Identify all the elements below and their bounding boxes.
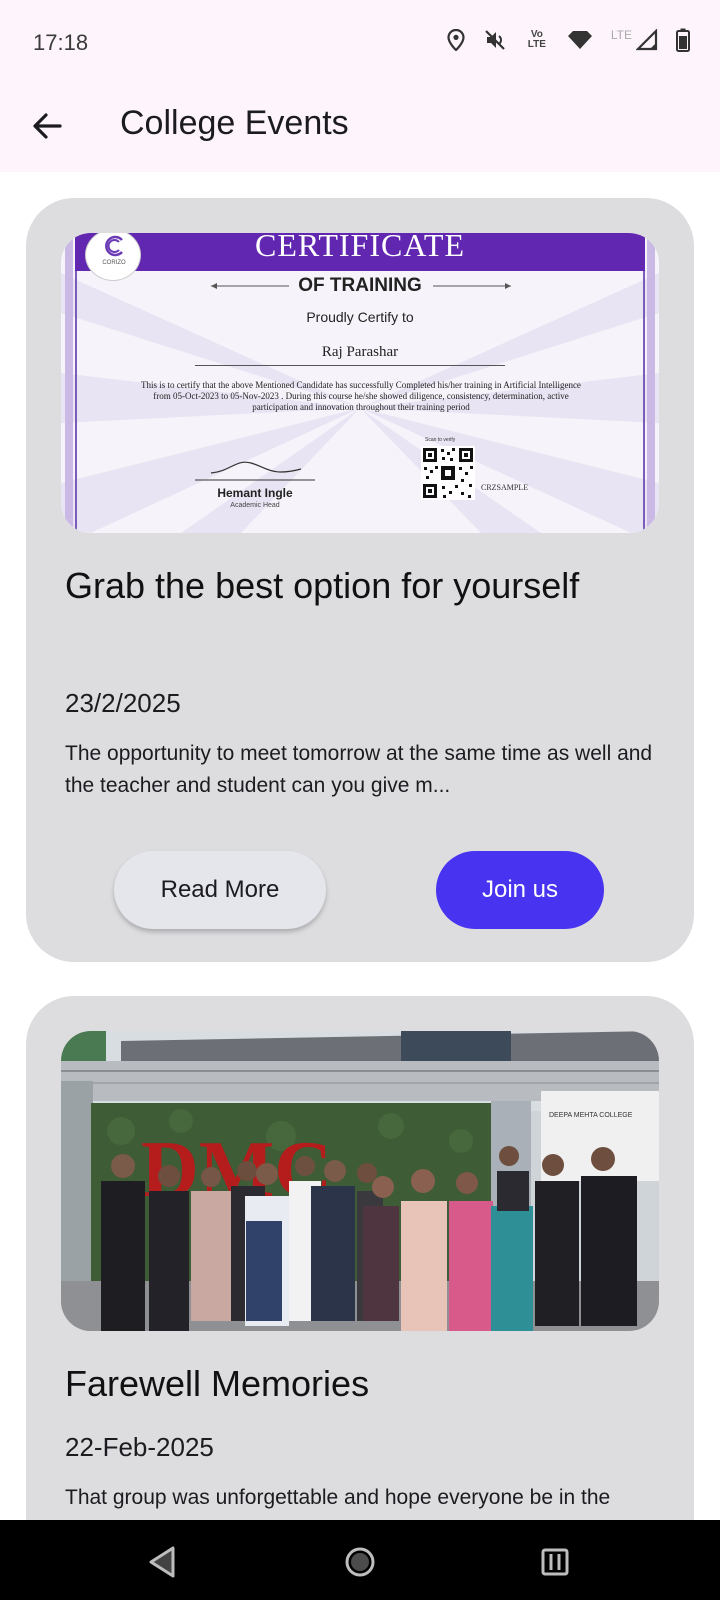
status-icons: Vo LTE LTE: [447, 28, 690, 52]
event-title: Grab the best option for yourself: [65, 565, 580, 606]
back-button[interactable]: [28, 106, 68, 146]
certificate-body: This is to certify that the above Mentio…: [141, 380, 581, 412]
page-title: College Events: [120, 104, 349, 142]
certificate-subheading: OF TRAINING: [298, 275, 422, 296]
battery-icon: [676, 28, 690, 52]
event-description: That group was unforgettable and hope ev…: [65, 1486, 611, 1509]
lte-label: LTE: [610, 28, 632, 42]
event-card: CERTIFICATE CORIZO OF TRAINING Proudly C…: [26, 198, 694, 962]
volte-icon: Vo LTE: [527, 29, 546, 50]
event-card: DMC DEEPA MEHTA COLLEGE Farewell Memorie…: [26, 996, 694, 1520]
wifi-icon: [567, 31, 592, 49]
back-nav-icon: [149, 1546, 175, 1578]
group-photo: DMC DEEPA MEHTA COLLEGE: [61, 1031, 659, 1331]
event-image: CERTIFICATE CORIZO OF TRAINING Proudly C…: [61, 233, 659, 533]
certificate-proudly: Proudly Certify to: [306, 309, 414, 325]
certificate-signatory: Hemant Ingle: [217, 486, 293, 500]
arrow-back-icon: [33, 113, 62, 139]
location-icon: [447, 29, 465, 51]
status-time: 17:18: [33, 30, 89, 55]
home-nav-button[interactable]: [340, 1542, 380, 1582]
qr-code: [421, 446, 475, 500]
recents-nav-icon: [541, 1548, 569, 1576]
certificate-scan-label: Scan to verify: [425, 437, 456, 443]
event-description: The opportunity to meet tomorrow at the …: [65, 742, 653, 797]
certificate-heading: CERTIFICATE: [255, 233, 465, 263]
event-title: Farewell Memories: [65, 1363, 370, 1404]
event-date: 22-Feb-2025: [65, 1432, 214, 1462]
back-nav-button[interactable]: [143, 1542, 183, 1582]
recents-nav-button[interactable]: [535, 1542, 575, 1582]
read-more-button[interactable]: Read More: [114, 851, 326, 929]
navigation-bar: [0, 1520, 720, 1600]
app-bar: College Events: [0, 84, 720, 172]
signal-icon: [636, 29, 658, 51]
certificate-signatory-role: Academic Head: [230, 502, 280, 509]
event-image: DMC DEEPA MEHTA COLLEGE: [61, 1031, 659, 1331]
status-bar: 17:18 Vo LTE LTE: [0, 0, 720, 84]
certificate-code: CRZSAMPLE: [481, 483, 529, 492]
home-nav-icon: [345, 1547, 375, 1577]
certificate-recipient: Raj Parashar: [321, 344, 399, 360]
college-sign-text: DEEPA MEHTA COLLEGE: [549, 1112, 633, 1119]
join-us-button[interactable]: Join us: [436, 851, 604, 929]
event-date: 23/2/2025: [65, 688, 181, 718]
mute-icon: [485, 30, 505, 50]
event-list[interactable]: CERTIFICATE CORIZO OF TRAINING Proudly C…: [0, 172, 720, 1520]
